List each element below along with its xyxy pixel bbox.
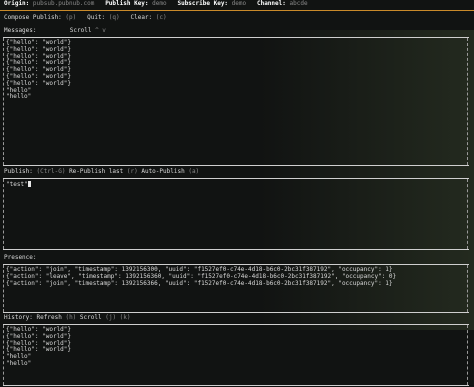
clear-label[interactable]: Clear: <box>130 14 152 21</box>
presence-header: Presence: <box>4 254 37 261</box>
publish-key-label: Publish Key: <box>105 0 149 7</box>
history-label: History: <box>4 314 33 321</box>
list-item: "hello" <box>6 359 32 367</box>
history-refresh-key: (h) <box>65 314 77 321</box>
list-item: "hello" <box>6 93 32 101</box>
publish-key: (Ctrl-G) <box>36 168 66 175</box>
history-right-border <box>467 325 469 385</box>
auto-publish-label[interactable]: Auto-Publish <box>141 168 184 175</box>
publish-input[interactable]: "test" <box>6 181 28 188</box>
messages-header: Messages: Scroll ^ v <box>4 27 106 34</box>
channel-value: abcde <box>289 0 308 7</box>
messages-scroll-label[interactable]: Scroll <box>70 27 92 34</box>
subscribe-key-value: demo <box>231 0 247 7</box>
messages-right-border <box>467 38 469 165</box>
messages-list: {"hello": "world"} {"hello": "world"} {"… <box>6 39 71 101</box>
header-bar: Origin: pubsub.pubnub.com Publish Key: d… <box>4 0 308 7</box>
channel-label: Channel: <box>256 0 286 7</box>
messages-left-border <box>3 38 5 165</box>
history-scroll-label[interactable]: Scroll <box>80 314 102 321</box>
clear-key: (c) <box>155 14 167 21</box>
history-header: History: Refresh (h) Scroll (j) (k) <box>4 314 131 321</box>
origin-label: Origin: <box>4 0 30 7</box>
presence-panel[interactable]: {"action": "join", "timestamp": 13921563… <box>3 264 469 313</box>
republish-key: (r) <box>126 168 138 175</box>
presence-label: Presence: <box>4 254 37 261</box>
quit-key: (q) <box>108 14 120 21</box>
quit-label[interactable]: Quit: <box>87 14 105 21</box>
header-divider <box>0 10 474 11</box>
messages-panel[interactable]: {"hello": "world"} {"hello": "world"} {"… <box>3 37 469 166</box>
presence-list: {"action": "join", "timestamp": 13921563… <box>6 266 396 287</box>
history-list: {"hello": "world"} {"hello": "world"} {"… <box>6 326 71 368</box>
origin-value: pubsub.pubnub.com <box>32 0 95 7</box>
republish-label[interactable]: Re-Publish last <box>69 168 123 175</box>
publish-panel[interactable]: "test" <box>3 178 469 250</box>
menu-bar: Compose Publish: (p) Quit: (q) Clear: (c… <box>4 14 167 21</box>
publish-right-border <box>467 179 469 249</box>
presence-left-border <box>3 265 5 312</box>
messages-label: Messages: <box>4 27 37 34</box>
compose-publish-label[interactable]: Compose Publish: <box>4 14 62 21</box>
list-item: {"action": "join", "timestamp": 13921563… <box>6 279 393 287</box>
publish-input-area[interactable]: "test" <box>6 181 31 188</box>
publish-key-value: demo <box>152 0 167 7</box>
history-panel[interactable]: {"hello": "world"} {"hello": "world"} {"… <box>3 324 469 386</box>
publish-header: Publish: (Ctrl-G) Re-Publish last (r) Au… <box>4 168 200 175</box>
subscribe-key-label: Subscribe Key: <box>177 0 229 7</box>
publish-left-border <box>3 179 5 249</box>
history-left-border <box>3 325 5 385</box>
text-cursor <box>27 181 31 187</box>
history-scroll-keys: (j) (k) <box>105 314 131 321</box>
auto-publish-key: (a) <box>188 168 200 175</box>
compose-publish-key: (p) <box>65 14 77 21</box>
messages-scroll-keys: ^ v <box>95 27 106 34</box>
presence-right-border <box>467 265 469 312</box>
history-refresh-label[interactable]: Refresh <box>37 314 62 321</box>
publish-label[interactable]: Publish: <box>4 168 33 175</box>
